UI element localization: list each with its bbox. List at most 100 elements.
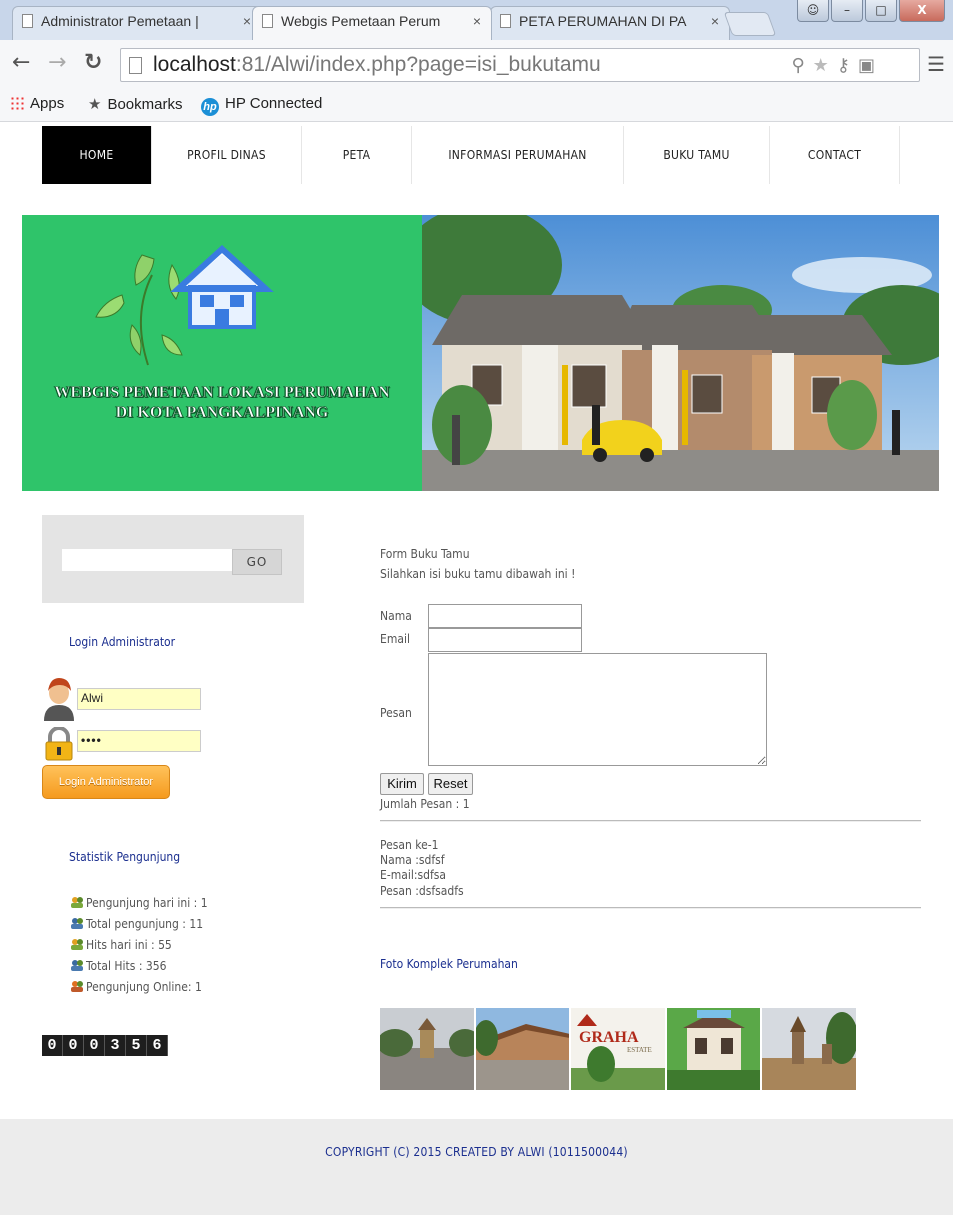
divider <box>380 907 921 909</box>
bookmark-label: Bookmarks <box>107 96 183 113</box>
minimize-button[interactable]: – <box>831 0 863 22</box>
hit-counter: 0 0 0 3 5 6 <box>42 1035 168 1056</box>
tab-title: Webgis Pemetaan Perum <box>281 13 441 29</box>
new-tab-button[interactable] <box>723 12 777 36</box>
tab-title: PETA PERUMAHAN DI PA <box>519 13 687 29</box>
close-window-button[interactable]: X <box>899 0 945 22</box>
complex-gate-photo <box>380 1008 474 1090</box>
nav-buku-tamu[interactable]: BUKU TAMU <box>624 126 770 184</box>
photo-thumbnail[interactable] <box>380 1008 474 1090</box>
cast-icon[interactable]: ▣ <box>858 55 883 76</box>
browser-tab-strip: Administrator Pemetaan | × PETA PERUMAHA… <box>0 0 953 40</box>
browser-tab-webgis[interactable]: Webgis Pemetaan Perum × <box>252 6 492 40</box>
go-button[interactable]: GO <box>232 549 282 575</box>
browser-toolbar: ← → ↻ localhost:81/Alwi/index.php?page=i… <box>0 40 953 90</box>
url-host: localhost <box>153 53 236 76</box>
entry-index: Pesan ke-1 <box>380 838 439 852</box>
header-banner: WEBGIS PEMETAAN LOKASI PERUMAHAN DI KOTA… <box>22 215 939 491</box>
banner-house-photo <box>422 215 939 491</box>
email-label: Email <box>380 632 410 646</box>
photo-thumbnail[interactable] <box>475 1008 570 1090</box>
message-count: Jumlah Pesan : 1 <box>380 797 470 811</box>
maximize-button[interactable]: □ <box>865 0 897 22</box>
back-arrow-icon[interactable]: ← <box>12 52 30 74</box>
username-field[interactable]: Alwi <box>77 688 201 710</box>
visitor-stats: Pengunjung hari ini : 1 Total pengunjung… <box>70 896 208 1001</box>
entry-email: E-mail:sdfsa <box>380 868 447 882</box>
house-render-photo <box>666 1008 761 1090</box>
graha-logo-text: GRAHA <box>579 1029 639 1046</box>
divider <box>380 820 921 822</box>
user-icon[interactable]: ☺ <box>797 0 829 22</box>
banner-title-line1: WEBGIS PEMETAAN LOKASI PERUMAHAN <box>54 384 390 402</box>
bookmark-star-icon[interactable]: ★ <box>813 55 837 76</box>
stat-text: Total pengunjung : 11 <box>86 917 204 931</box>
reset-button[interactable]: Reset <box>428 773 473 795</box>
stat-text: Pengunjung Online: 1 <box>86 980 202 994</box>
close-tab-icon[interactable]: × <box>473 7 481 35</box>
email-input[interactable] <box>428 628 582 652</box>
reload-icon[interactable]: ↻ <box>84 52 102 74</box>
stat-row: Hits hari ini : 55 <box>70 938 208 959</box>
window-controls: ☺ – □ X <box>795 0 945 26</box>
entry-name: Nama :sdfsf <box>380 853 445 867</box>
password-field[interactable]: •••• <box>77 730 201 752</box>
url-path: :81/Alwi/index.php?page=isi_bukutamu <box>235 53 601 76</box>
monument-photo <box>762 1008 856 1090</box>
copyright-text: COPYRIGHT (C) 2015 CREATED BY ALWI (1011… <box>325 1145 628 1159</box>
stat-row: Total pengunjung : 11 <box>70 917 208 938</box>
message-label: Pesan <box>380 706 412 720</box>
close-tab-icon[interactable]: × <box>711 7 719 35</box>
stats-heading: Statistik Pengunjung <box>69 850 181 864</box>
extension-icon[interactable]: ⚷ <box>837 55 858 76</box>
users-icon <box>71 939 83 950</box>
close-tab-icon[interactable]: × <box>243 7 251 35</box>
photo-thumbnail[interactable] <box>762 1008 856 1090</box>
entry-message: Pesan :dsfsadfs <box>380 884 464 898</box>
nav-home[interactable]: HOME <box>42 126 152 184</box>
bookmark-hp-connected[interactable]: hp HP Connected <box>201 95 322 116</box>
url-text[interactable]: localhost:81/Alwi/index.php?page=isi_buk… <box>153 53 601 77</box>
omnibox-icons: ⚲★⚷▣ <box>791 55 883 76</box>
menu-icon[interactable]: ☰ <box>927 52 945 76</box>
counter-digit: 0 <box>84 1035 105 1056</box>
name-input[interactable] <box>428 604 582 628</box>
form-title: Form Buku Tamu <box>380 547 470 561</box>
star-icon: ★ <box>88 96 102 113</box>
stat-text: Hits hari ini : 55 <box>86 938 172 952</box>
photo-thumbnail[interactable]: GRAHA ESTATE <box>571 1008 665 1090</box>
stat-row: Total Hits : 356 <box>70 959 208 980</box>
bookmark-bookmarks[interactable]: ★ Bookmarks <box>88 95 182 113</box>
photo-thumbnail[interactable] <box>666 1008 761 1090</box>
zoom-icon[interactable]: ⚲ <box>791 55 812 76</box>
message-textarea[interactable] <box>428 653 767 766</box>
address-bar[interactable]: localhost:81/Alwi/index.php?page=isi_buk… <box>120 48 920 82</box>
photo-gallery: GRAHA ESTATE <box>380 1008 858 1090</box>
page-icon <box>129 57 142 74</box>
footer <box>0 1119 953 1215</box>
photos-heading: Foto Komplek Perumahan <box>380 957 518 971</box>
browser-tab-peta[interactable]: PETA PERUMAHAN DI PA × <box>490 6 730 40</box>
graha-estate-logo-photo: GRAHA ESTATE <box>571 1008 665 1090</box>
stat-row: Pengunjung Online: 1 <box>70 980 208 1001</box>
hp-logo-icon: hp <box>201 98 219 116</box>
nav-informasi-perumahan[interactable]: INFORMASI PERUMAHAN <box>412 126 624 184</box>
apps-grid-icon <box>10 96 24 110</box>
users-icon <box>71 897 83 908</box>
bookmark-apps[interactable]: Apps <box>10 95 64 112</box>
nav-profil-dinas[interactable]: PROFIL DINAS <box>152 126 302 184</box>
kirim-button[interactable]: Kirim <box>380 773 424 795</box>
browser-tab-admin[interactable]: Administrator Pemetaan | × <box>12 6 262 40</box>
login-administrator-button[interactable]: Login Administrator <box>42 765 170 799</box>
banner-title-line2: DI KOTA PANGKALPINANG <box>115 404 329 422</box>
forward-arrow-icon[interactable]: → <box>48 52 66 74</box>
stat-text: Pengunjung hari ini : 1 <box>86 896 208 910</box>
search-input[interactable] <box>62 549 232 571</box>
nav-peta[interactable]: PETA <box>302 126 412 184</box>
counter-digit: 5 <box>126 1035 147 1056</box>
counter-digit: 3 <box>105 1035 126 1056</box>
nav-contact[interactable]: CONTACT <box>770 126 900 184</box>
counter-digit: 0 <box>63 1035 84 1056</box>
bookmark-label: HP Connected <box>225 95 323 112</box>
users-icon <box>71 960 83 971</box>
